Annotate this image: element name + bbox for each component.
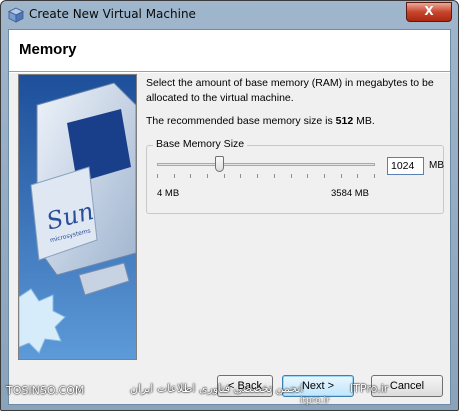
memory-slider-thumb[interactable] <box>214 156 224 172</box>
window-title: Create New Virtual Machine <box>29 7 196 21</box>
slider-tick <box>257 174 258 178</box>
memory-size-input[interactable] <box>387 157 424 175</box>
recommended-memory-value: 512 <box>335 115 354 127</box>
watermark-left: TOSINSO.COM <box>6 384 85 397</box>
page-title: Memory <box>19 41 77 58</box>
wizard-header: Memory <box>9 30 450 71</box>
wizard-body: Memory Sun microsystems Select the amoun… <box>8 29 451 405</box>
title-bar[interactable]: Create New Virtual Machine X <box>1 1 458 29</box>
recommended-memory-text: The recommended base memory size is 512 … <box>146 115 375 127</box>
watermark-right: ITPro.ir <box>350 382 389 395</box>
slider-tick <box>157 174 158 178</box>
dialog-window: Create New Virtual Machine X Memory Sun … <box>0 0 459 411</box>
instruction-text: Select the amount of base memory (RAM) i… <box>146 77 434 104</box>
base-memory-label: Base Memory Size <box>153 138 248 150</box>
watermark-center: انجمن تخصصی فناوری اطلاعات ایران <box>130 382 304 395</box>
slider-tick <box>374 174 375 178</box>
close-button[interactable]: X <box>406 2 452 22</box>
memory-unit-label: MB <box>429 160 444 171</box>
slider-tick <box>240 174 241 178</box>
slider-tick <box>307 174 308 178</box>
slider-tick <box>324 174 325 178</box>
slider-min-label: 4 MB <box>157 188 180 199</box>
slider-tick <box>174 174 175 178</box>
slider-max-label: 3584 MB <box>331 188 370 199</box>
slider-tick <box>207 174 208 178</box>
slider-tick <box>357 174 358 178</box>
memory-slider-track[interactable] <box>157 163 375 166</box>
watermark-bottom: itpro.ir <box>300 396 330 406</box>
virtual-machine-illustration: Sun microsystems <box>19 75 136 359</box>
virtualbox-icon <box>8 7 24 23</box>
slider-tick <box>274 174 275 178</box>
wizard-side-image: Sun microsystems <box>18 74 137 360</box>
header-divider <box>9 71 450 73</box>
base-memory-group: Base Memory Size 4 MB 3584 MB MB <box>146 138 444 214</box>
slider-tick <box>291 174 292 178</box>
slider-ticks <box>157 174 375 179</box>
slider-tick <box>224 174 225 178</box>
slider-tick <box>190 174 191 178</box>
slider-tick <box>341 174 342 178</box>
